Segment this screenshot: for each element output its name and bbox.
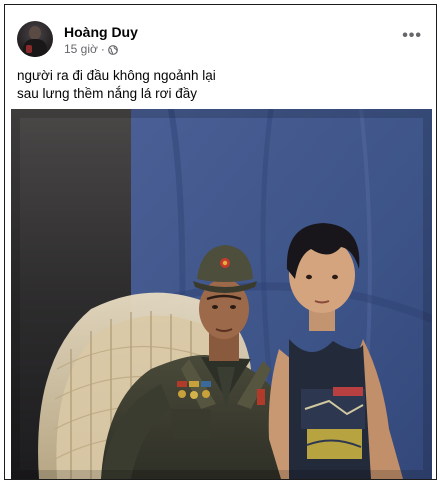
author-avatar[interactable] bbox=[17, 21, 53, 57]
vintage-portrait-photo bbox=[11, 109, 432, 479]
more-options-icon[interactable]: ••• bbox=[402, 27, 422, 45]
post-timestamp[interactable]: 15 giờ bbox=[64, 42, 98, 56]
post-photo[interactable] bbox=[11, 109, 432, 479]
facebook-post-card: Hoàng Duy 15 giờ · ••• người ra đi đầu k… bbox=[4, 4, 437, 480]
caption-line: sau lưng thềm nắng lá rơi đầy bbox=[17, 86, 197, 101]
post-meta: 15 giờ · bbox=[64, 42, 118, 56]
caption-line: người ra đi đầu không ngoảnh lại bbox=[17, 68, 216, 83]
author-name[interactable]: Hoàng Duy bbox=[64, 24, 138, 40]
globe-icon[interactable] bbox=[107, 44, 118, 55]
post-caption: người ra đi đầu không ngoảnh lại sau lưn… bbox=[17, 67, 424, 103]
post-header: Hoàng Duy 15 giờ · ••• bbox=[17, 19, 424, 59]
meta-separator: · bbox=[100, 42, 105, 56]
